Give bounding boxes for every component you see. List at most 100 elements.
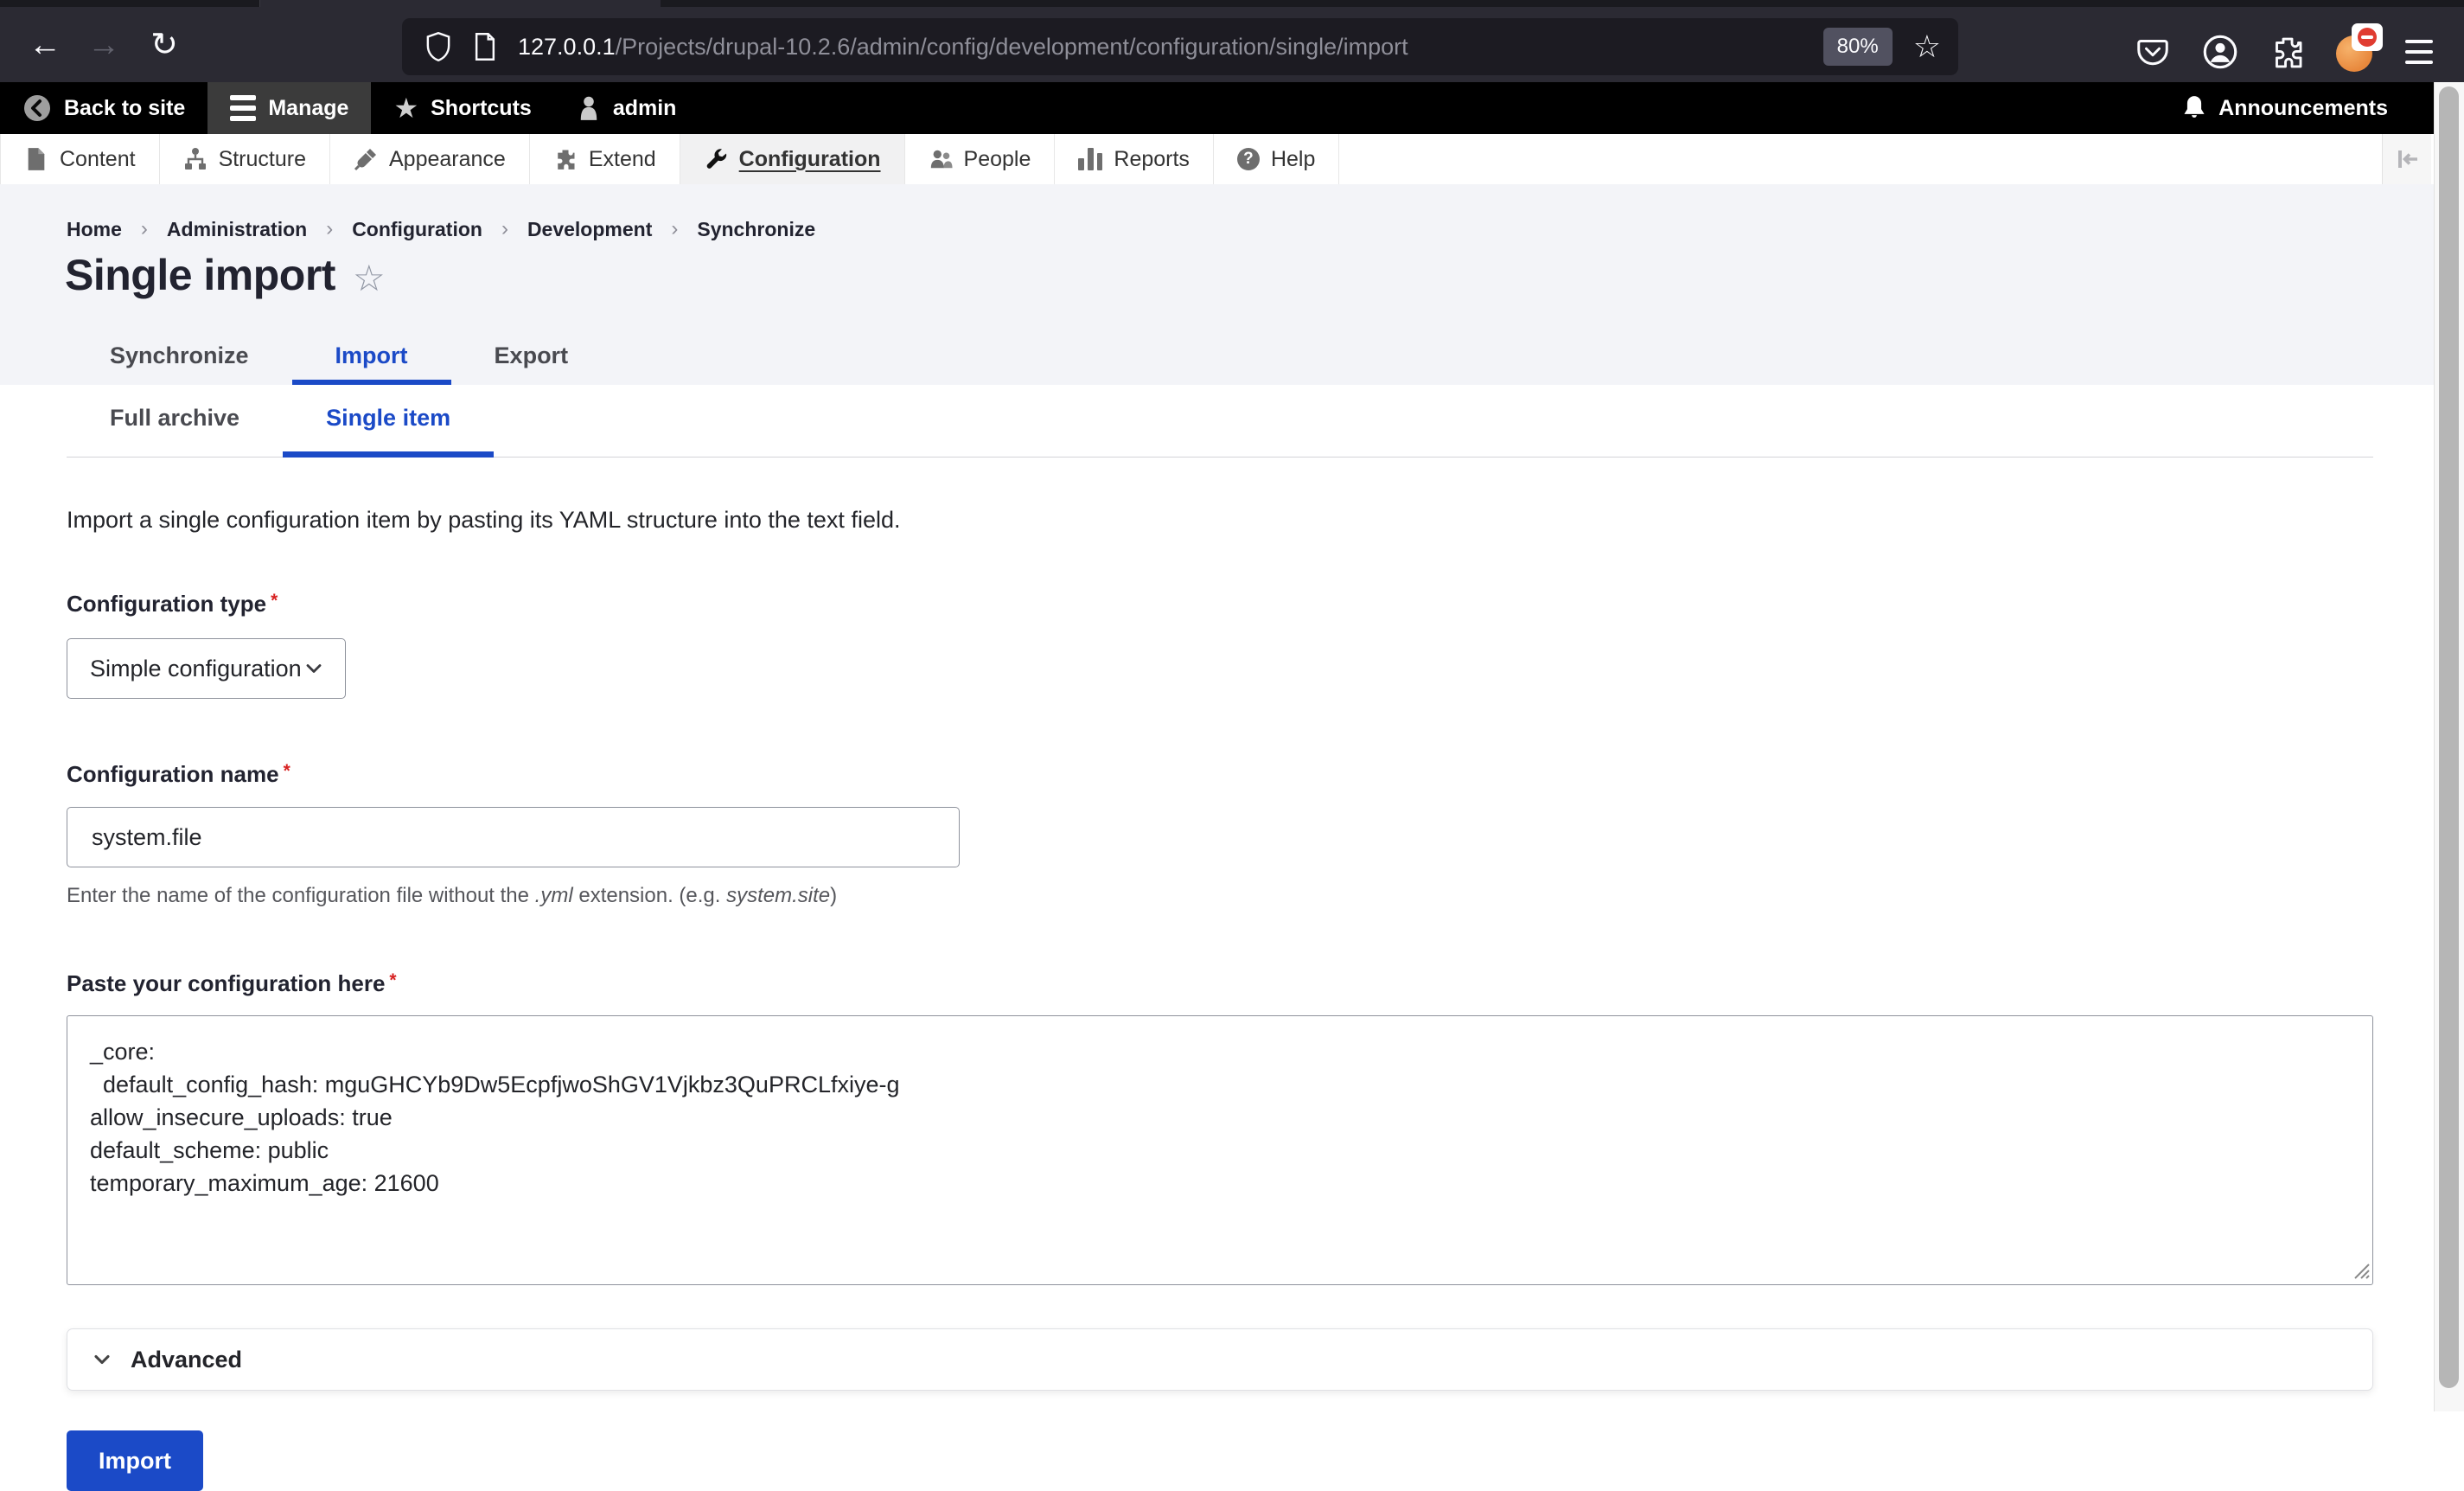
url-bar[interactable]: 127.0.0.1/Projects/drupal-10.2.6/admin/c… <box>402 18 1958 75</box>
resize-handle-icon[interactable] <box>2348 1257 2371 1280</box>
page-info-icon[interactable] <box>466 28 504 66</box>
page-scrollbar[interactable] <box>2434 82 2464 1411</box>
breadcrumb-configuration[interactable]: Configuration <box>352 218 482 241</box>
menu-label-help: Help <box>1271 147 1315 172</box>
user-icon <box>577 95 601 121</box>
menu-label-content: Content <box>60 147 136 172</box>
configuration-name-input[interactable] <box>67 807 960 867</box>
tab-import[interactable]: Import <box>292 331 451 385</box>
browser-active-tab[interactable] <box>259 0 661 7</box>
announcements-button[interactable]: Announcements <box>2160 82 2464 134</box>
breadcrumb-separator: › <box>326 217 333 241</box>
extension-blocker-icon[interactable] <box>2336 32 2376 72</box>
announcements-label: Announcements <box>2218 96 2388 121</box>
required-mark: * <box>271 591 278 611</box>
collapse-left-icon <box>2394 146 2420 172</box>
breadcrumb: Home › Administration › Configuration › … <box>67 217 815 241</box>
menu-item-help[interactable]: ? Help <box>1214 134 1339 184</box>
help-icon: ? <box>1237 148 1260 170</box>
admin-user-tab[interactable]: admin <box>554 82 699 134</box>
breadcrumb-home[interactable]: Home <box>67 218 122 241</box>
url-text: 127.0.0.1/Projects/drupal-10.2.6/admin/c… <box>518 34 1408 61</box>
breadcrumb-synchronize[interactable]: Synchronize <box>697 218 815 241</box>
admin-user-label: admin <box>613 96 677 121</box>
tab-export[interactable]: Export <box>451 331 612 385</box>
favorite-star-icon[interactable]: ☆ <box>353 257 386 299</box>
manage-tab[interactable]: Manage <box>207 82 371 134</box>
breadcrumb-administration[interactable]: Administration <box>167 218 307 241</box>
zoom-level-badge[interactable]: 80% <box>1823 28 1893 66</box>
account-icon[interactable] <box>2201 33 2239 71</box>
page-title: Single import <box>65 250 335 300</box>
bell-icon <box>2182 95 2206 121</box>
reports-chart-icon <box>1078 148 1102 170</box>
browser-toolbar: ← → ↻ 127.0.0.1/Projects/drupal-10.2.6/a… <box>0 7 2464 82</box>
configuration-wrench-icon <box>704 147 728 171</box>
paste-configuration-label: Paste your configuration here* <box>67 970 2373 997</box>
blocked-badge <box>2352 23 2383 51</box>
configuration-name-label: Configuration name* <box>67 761 2373 788</box>
structure-sitemap-icon <box>183 147 207 171</box>
scrollbar-thumb[interactable] <box>2439 86 2459 1388</box>
reload-button[interactable]: ↻ <box>138 19 190 71</box>
advanced-section-toggle[interactable]: Advanced <box>67 1328 2373 1391</box>
configuration-type-select[interactable]: Simple configuration <box>67 638 346 699</box>
import-button[interactable]: Import <box>67 1430 203 1491</box>
back-to-site-button[interactable]: Back to site <box>0 82 207 134</box>
page-header: Home › Administration › Configuration › … <box>0 184 2464 385</box>
drupal-admin-toolbar: Back to site Manage ★ Shortcuts admin An… <box>0 82 2464 134</box>
shortcuts-tab[interactable]: ★ Shortcuts <box>371 82 553 134</box>
menu-label-reports: Reports <box>1114 147 1190 172</box>
menu-item-content[interactable]: Content <box>0 134 160 184</box>
menu-hamburger-icon[interactable] <box>2405 40 2433 64</box>
chevron-down-icon <box>90 1347 114 1372</box>
browser-action-icons <box>2134 14 2464 89</box>
menu-item-appearance[interactable]: Appearance <box>330 134 530 184</box>
content-file-icon <box>24 147 48 171</box>
url-path: /Projects/drupal-10.2.6/admin/config/dev… <box>616 34 1408 60</box>
tab-synchronize[interactable]: Synchronize <box>67 331 292 385</box>
configuration-name-help: Enter the name of the configuration file… <box>67 884 2373 908</box>
menu-item-people[interactable]: People <box>905 134 1056 184</box>
menu-item-extend[interactable]: Extend <box>530 134 680 184</box>
primary-tabs: Synchronize Import Export <box>67 331 611 385</box>
manage-icon <box>230 95 256 121</box>
url-host: 127.0.0.1 <box>518 34 616 60</box>
advanced-label: Advanced <box>131 1347 242 1373</box>
subtab-single-item[interactable]: Single item <box>283 385 494 458</box>
required-mark: * <box>389 970 396 990</box>
extensions-puzzle-icon[interactable] <box>2269 33 2307 71</box>
yaml-textarea[interactable]: _core: default_config_hash: mguGHCYb9Dw5… <box>67 1015 2373 1285</box>
bookmark-star-icon[interactable]: ☆ <box>1913 29 1941 65</box>
menu-item-reports[interactable]: Reports <box>1055 134 1214 184</box>
browser-tabstrip <box>0 0 2464 7</box>
configuration-type-value: Simple configuration <box>90 656 302 682</box>
shortcuts-star-icon: ★ <box>393 94 418 122</box>
shortcuts-label: Shortcuts <box>431 96 532 121</box>
breadcrumb-separator: › <box>501 217 508 241</box>
drupal-menu-bar: Content Structure Appearance Extend Conf… <box>0 134 2464 184</box>
breadcrumb-development[interactable]: Development <box>527 218 652 241</box>
forward-button[interactable]: → <box>78 19 130 71</box>
secondary-tabs: Full archive Single item <box>67 385 2373 458</box>
menu-item-structure[interactable]: Structure <box>160 134 330 184</box>
breadcrumb-separator: › <box>671 217 678 241</box>
main-content: Full archive Single item Import a single… <box>0 385 2464 1411</box>
subtab-full-archive[interactable]: Full archive <box>67 385 283 458</box>
chevron-down-icon <box>302 656 326 681</box>
breadcrumb-separator: › <box>141 217 148 241</box>
menu-item-configuration[interactable]: Configuration <box>680 134 905 184</box>
menu-label-configuration: Configuration <box>739 147 881 172</box>
configuration-type-label: Configuration type* <box>67 591 2373 618</box>
back-button[interactable]: ← <box>19 19 71 71</box>
menu-label-people: People <box>964 147 1031 172</box>
pocket-icon[interactable] <box>2134 33 2172 71</box>
required-mark: * <box>284 761 290 781</box>
back-to-site-label: Back to site <box>64 96 185 121</box>
toolbar-spacer <box>699 82 2160 134</box>
shield-icon[interactable] <box>419 28 457 66</box>
toolbar-orientation-toggle[interactable] <box>2382 134 2431 184</box>
menu-label-structure: Structure <box>219 147 306 172</box>
people-icon <box>929 147 953 171</box>
extend-puzzle-icon <box>553 147 578 171</box>
